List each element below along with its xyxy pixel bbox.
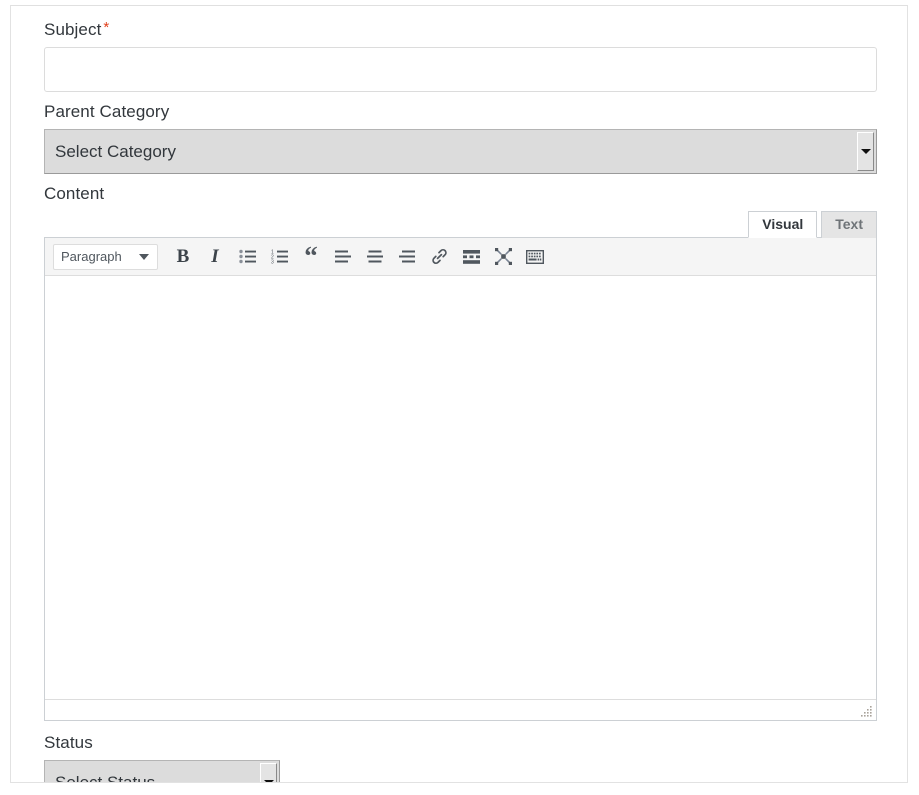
align-right-button[interactable] [392,242,422,272]
align-center-icon [367,250,383,262]
align-left-button[interactable] [328,242,358,272]
form-container: Subject * Parent Category Select Category… [10,5,908,783]
svg-text:3: 3 [271,259,274,264]
parent-category-selected-value: Select Category [55,141,176,161]
subject-input[interactable] [44,47,877,92]
parent-category-label: Parent Category [44,102,170,121]
italic-button[interactable]: I [200,242,230,272]
content-label: Content [44,184,105,203]
read-more-icon [462,249,480,264]
link-button[interactable] [424,242,454,272]
parent-category-select[interactable]: Select Category [44,129,877,174]
format-select[interactable]: Paragraph [53,243,158,270]
chevron-down-icon [139,253,149,260]
editor-frame: Paragraph B I 1 2 3 “ [44,237,877,721]
numbered-list-button[interactable]: 1 2 3 [264,242,294,272]
editor-content-area[interactable] [45,276,876,699]
subject-label: Subject * [44,19,877,41]
field-parent-category: Parent Category Select Category [44,101,877,174]
blockquote-button[interactable]: “ [296,242,326,272]
read-more-button[interactable] [456,242,486,272]
field-status: Status Select Status [44,732,877,783]
status-selected-value: Select Status [55,772,156,783]
keyboard-shortcuts-button[interactable] [520,242,550,272]
editor-toolbar: Paragraph B I 1 2 3 “ [45,238,876,276]
tab-text[interactable]: Text [821,211,877,238]
editor-mode-tabs: Visual Text [744,211,877,238]
field-content: Content Visual Text Paragraph B I 1 2 3 … [44,183,877,721]
parent-category-dropdown-button[interactable] [857,132,874,171]
keyboard-shortcuts-icon [526,249,544,264]
required-asterisk-icon: * [103,19,110,36]
numbered-list-icon: 1 2 3 [271,249,288,264]
bulleted-list-icon [238,249,256,264]
link-icon [431,248,447,265]
form-inner: Subject * Parent Category Select Category… [44,19,877,783]
bold-button[interactable]: B [168,242,198,272]
blockquote-icon: “ [304,241,318,272]
subject-label-text: Subject [44,20,102,39]
tab-visual[interactable]: Visual [748,211,818,238]
status-select[interactable]: Select Status [44,760,280,783]
chevron-down-icon [860,149,871,154]
content-editor: Visual Text Paragraph B I 1 2 3 “ [44,211,877,721]
align-center-button[interactable] [360,242,390,272]
fullscreen-button[interactable] [488,242,518,272]
bold-icon: B [176,246,190,267]
italic-icon: I [211,246,219,267]
status-label: Status [44,733,93,752]
align-left-icon [335,250,351,262]
fullscreen-icon [494,248,512,265]
bulleted-list-button[interactable] [232,242,262,272]
editor-statusbar [45,699,876,720]
chevron-down-icon [263,780,274,782]
field-subject: Subject * [44,19,877,92]
format-select-value: Paragraph [61,249,122,264]
align-right-icon [399,250,415,262]
status-dropdown-button[interactable] [260,763,277,782]
resize-handle-icon[interactable] [860,705,873,718]
